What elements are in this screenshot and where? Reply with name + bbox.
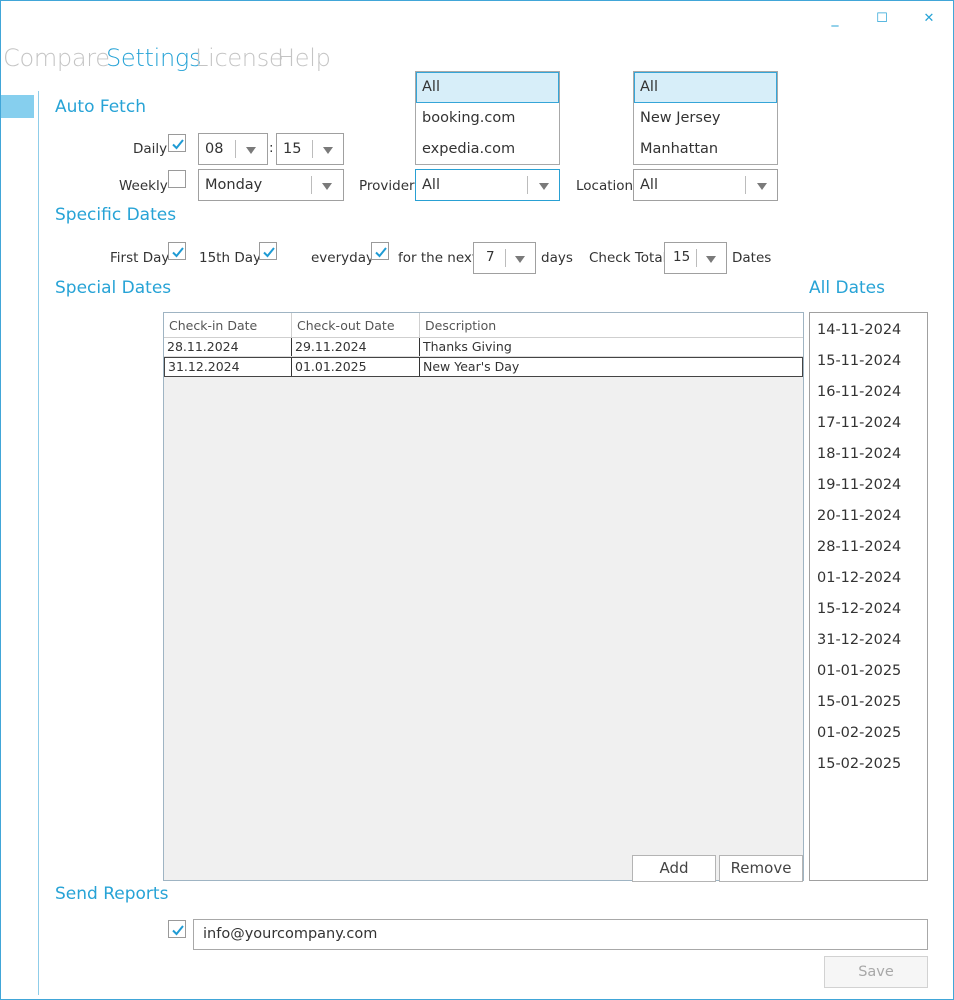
next-days-select[interactable]: 7 (473, 242, 536, 274)
weekly-checkbox[interactable] (168, 170, 186, 188)
check-total-select[interactable]: 15 (664, 242, 727, 274)
table-header: Check-in Date Check-out Date Description (164, 313, 803, 338)
sidebar-accent (1, 95, 34, 118)
nav-help[interactable]: Help (277, 44, 331, 72)
list-item[interactable]: 01-01-2025 (817, 663, 901, 679)
all-dates-list[interactable]: 14-11-2024 15-11-2024 16-11-2024 17-11-2… (809, 312, 928, 881)
remove-button[interactable]: Remove (719, 855, 803, 882)
list-item[interactable]: 31-12-2024 (817, 632, 901, 648)
everyday-checkbox[interactable] (371, 242, 389, 260)
weekday-select[interactable]: Monday (198, 169, 344, 201)
first-day-label: First Day (110, 250, 170, 266)
list-item[interactable]: 01-02-2025 (817, 725, 901, 741)
minute-select[interactable]: 15 (276, 133, 344, 165)
weekday-value: Monday (205, 177, 263, 193)
list-item[interactable]: 15-11-2024 (817, 353, 901, 369)
location-option[interactable]: All (634, 72, 777, 103)
chevron-down-icon (515, 256, 525, 263)
list-item[interactable]: 16-11-2024 (817, 384, 901, 400)
email-field[interactable]: info@yourcompany.com (193, 919, 928, 950)
email-value: info@yourcompany.com (203, 926, 378, 942)
minimize-button[interactable]: _ (815, 9, 855, 31)
hour-select[interactable]: 08 (198, 133, 268, 165)
location-select[interactable]: All (633, 169, 778, 201)
app-window: _ ☐ ✕ Compare Settings License Help Auto… (0, 0, 954, 1000)
table-cell: 31.12.2024 (165, 358, 292, 376)
time-separator: : (269, 140, 274, 156)
nav-settings[interactable]: Settings (106, 44, 202, 72)
list-item[interactable]: 17-11-2024 (817, 415, 901, 431)
location-value: All (640, 177, 658, 193)
all-dates-title: All Dates (809, 278, 885, 298)
provider-label: Provider (359, 178, 415, 194)
fifteenth-day-label: 15th Day (199, 250, 261, 266)
check-total-value: 15 (673, 249, 691, 265)
list-item[interactable]: 15-01-2025 (817, 694, 901, 710)
table-cell: 28.11.2024 (164, 338, 292, 356)
location-option[interactable]: Manhattan (634, 134, 777, 165)
chevron-down-icon (246, 147, 256, 154)
send-reports-checkbox[interactable] (168, 920, 186, 938)
sidebar-divider (38, 91, 39, 995)
provider-dropdown: All booking.com expedia.com (415, 71, 560, 165)
provider-option[interactable]: booking.com (416, 103, 559, 134)
column-header[interactable]: Description (420, 313, 803, 338)
fifteenth-day-checkbox[interactable] (259, 242, 277, 260)
close-button[interactable]: ✕ (909, 9, 949, 31)
daily-label: Daily (133, 141, 168, 157)
list-item[interactable]: 15-02-2025 (817, 756, 901, 772)
auto-fetch-title: Auto Fetch (55, 97, 146, 117)
table-cell: 29.11.2024 (292, 338, 420, 356)
table-row[interactable]: 28.11.2024 29.11.2024 Thanks Giving (164, 338, 803, 357)
column-header[interactable]: Check-out Date (292, 313, 420, 338)
chevron-down-icon (706, 256, 716, 263)
list-item[interactable]: 28-11-2024 (817, 539, 901, 555)
save-button[interactable]: Save (824, 956, 928, 988)
specific-dates-title: Specific Dates (55, 205, 177, 225)
provider-option[interactable]: All (416, 72, 559, 103)
list-item[interactable]: 14-11-2024 (817, 322, 901, 338)
add-button[interactable]: Add (632, 855, 716, 882)
chevron-down-icon (322, 183, 332, 190)
special-dates-title: Special Dates (55, 278, 172, 298)
table-cell: Thanks Giving (423, 339, 512, 354)
list-item[interactable]: 18-11-2024 (817, 446, 901, 462)
minute-value: 15 (283, 141, 302, 157)
provider-value: All (422, 177, 440, 193)
table-row[interactable]: 31.12.2024 01.01.2025 New Year's Day (164, 357, 803, 377)
daily-checkbox[interactable] (168, 134, 186, 152)
weekly-label: Weekly (119, 178, 168, 194)
special-dates-table: Check-in Date Check-out Date Description… (163, 312, 804, 881)
column-header[interactable]: Check-in Date (164, 313, 292, 338)
next-days-value: 7 (486, 249, 495, 265)
send-reports-title: Send Reports (55, 884, 169, 904)
list-item[interactable]: 19-11-2024 (817, 477, 901, 493)
nav-license[interactable]: License (195, 44, 284, 72)
check-total-label: Check Total (589, 250, 667, 266)
for-next-label: for the next (398, 250, 478, 266)
location-option[interactable]: New Jersey (634, 103, 777, 134)
location-label: Location (576, 178, 634, 194)
table-cell: New Year's Day (423, 359, 520, 374)
provider-option[interactable]: expedia.com (416, 134, 559, 165)
hour-value: 08 (205, 141, 224, 157)
chevron-down-icon (757, 183, 767, 190)
chevron-down-icon (539, 183, 549, 190)
days-label: days (541, 250, 573, 266)
list-item[interactable]: 01-12-2024 (817, 570, 901, 586)
first-day-checkbox[interactable] (168, 242, 186, 260)
list-item[interactable]: 20-11-2024 (817, 508, 901, 524)
dates-label: Dates (732, 250, 772, 266)
table-cell: 01.01.2025 (292, 358, 420, 376)
everyday-label: everyday (311, 250, 374, 266)
chevron-down-icon (323, 147, 333, 154)
list-item[interactable]: 15-12-2024 (817, 601, 901, 617)
maximize-button[interactable]: ☐ (862, 9, 902, 31)
nav-compare[interactable]: Compare (3, 44, 110, 72)
location-dropdown: All New Jersey Manhattan (633, 71, 778, 165)
provider-select[interactable]: All (415, 169, 560, 201)
